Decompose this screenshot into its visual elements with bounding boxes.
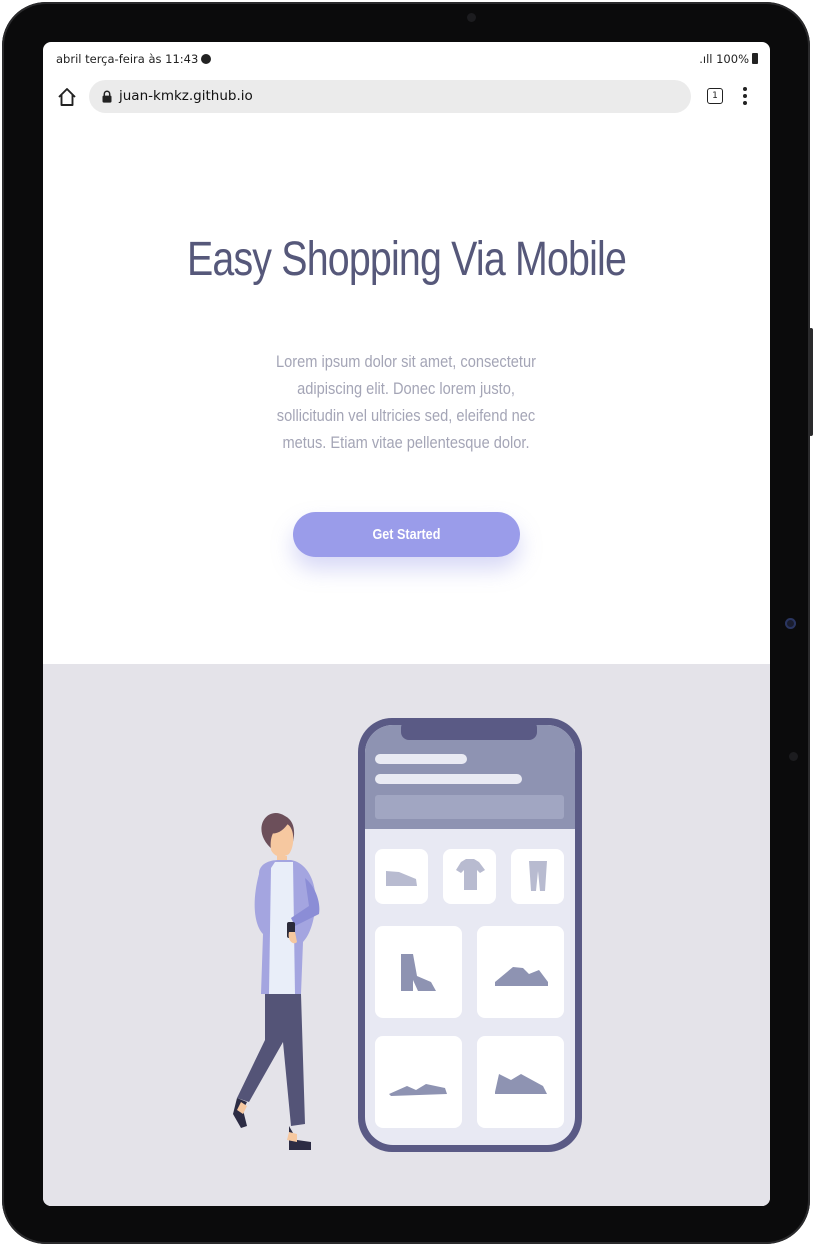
more-menu-icon[interactable]	[741, 85, 749, 107]
status-time: abril terça-feira às 11:43	[56, 52, 199, 66]
status-left: abril terça-feira às 11:43	[56, 52, 212, 66]
lock-icon	[102, 90, 112, 103]
tabs-icon[interactable]: 1	[707, 88, 723, 104]
address-bar[interactable]: juan-kmkz.github.io	[89, 80, 691, 113]
home-icon[interactable]	[56, 86, 78, 108]
illustration-section	[43, 664, 770, 1206]
hero-description: Lorem ipsum dolor sit amet, consectetur …	[275, 352, 537, 452]
browser-toolbar: juan-kmkz.github.io 1	[43, 76, 770, 123]
front-camera	[467, 13, 476, 22]
get-started-label: Get Started	[372, 526, 441, 543]
status-right: .ıll 100%	[699, 52, 758, 66]
status-bar: abril terça-feira às 11:43 .ıll 100%	[43, 42, 770, 76]
signal-battery-text: .ıll 100%	[699, 52, 749, 66]
battery-icon	[752, 53, 758, 64]
phone-illustration	[358, 718, 582, 1152]
power-button	[809, 328, 813, 436]
side-sensor	[785, 618, 796, 629]
side-dot	[789, 752, 798, 761]
screen: abril terça-feira às 11:43 .ıll 100% jua…	[43, 42, 770, 1206]
shopping-illustration	[233, 718, 582, 1152]
get-started-button[interactable]: Get Started	[293, 512, 520, 557]
hero-section: Easy Shopping Via Mobile Lorem ipsum dol…	[43, 122, 770, 664]
spotify-icon	[201, 54, 212, 64]
url-text: juan-kmkz.github.io	[119, 88, 253, 104]
woman-illustration	[233, 812, 320, 1150]
hero-title: Easy Shopping Via Mobile	[186, 233, 627, 286]
